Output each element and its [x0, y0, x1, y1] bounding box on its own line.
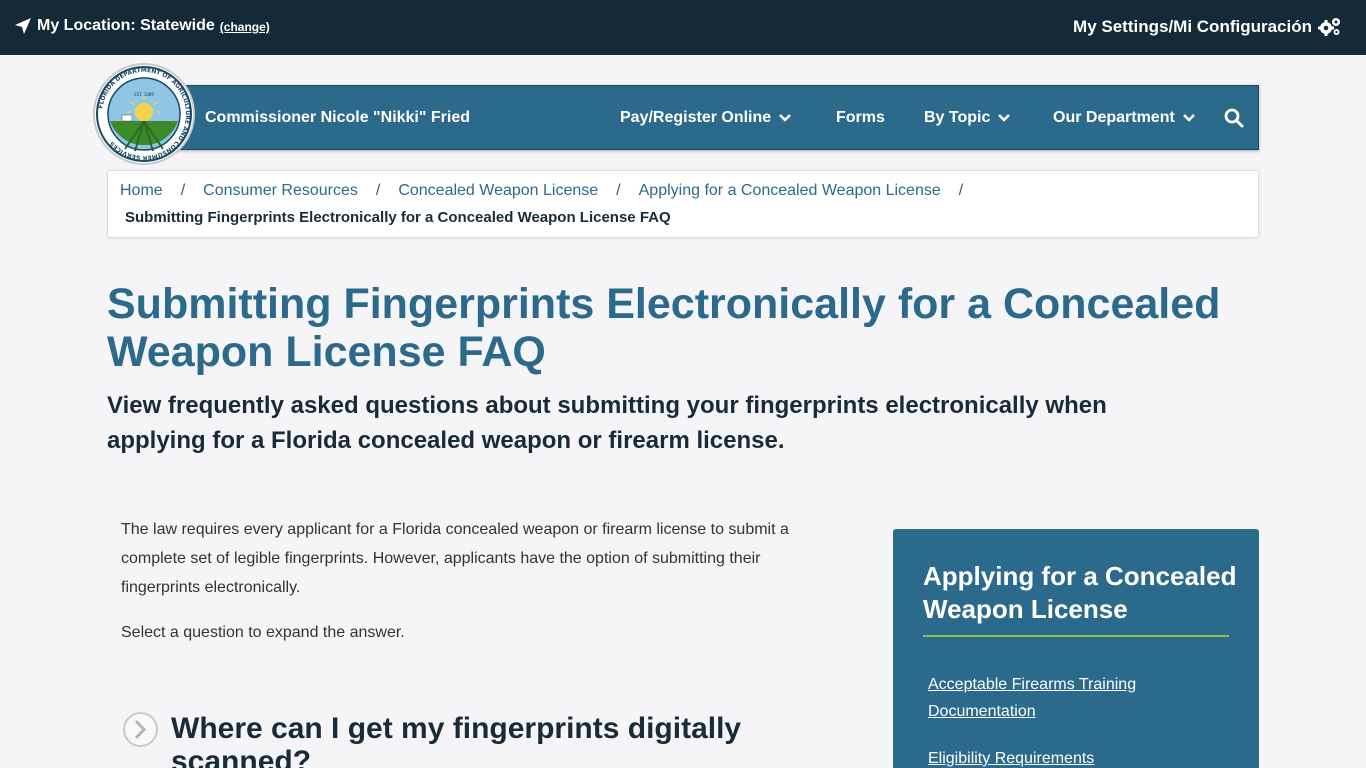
breadcrumb-current: Submitting Fingerprints Electronically f… — [125, 209, 671, 226]
settings-link[interactable]: My Settings/Mi Configuración — [1073, 17, 1342, 37]
search-icon — [1224, 108, 1244, 128]
location-selector[interactable]: My Location: Statewide (change) — [14, 17, 270, 35]
search-button[interactable] — [1224, 108, 1244, 133]
expand-toggle[interactable] — [123, 712, 158, 747]
related-links-sidebar: Applying for a Concealed Weapon License … — [893, 529, 1259, 768]
breadcrumb-separator: / — [616, 182, 621, 199]
breadcrumb-concealed-weapon-license[interactable]: Concealed Weapon License — [398, 182, 598, 200]
nav-pay-register-label: Pay/Register Online — [620, 109, 772, 126]
settings-label: My Settings/Mi Configuración — [1073, 17, 1312, 36]
sidebar-link-firearms-training[interactable]: Acceptable Firearms Training Documentati… — [928, 671, 1188, 725]
location-label: My Location: Statewide — [37, 17, 215, 34]
nav-by-topic[interactable]: By Topic — [924, 109, 1011, 127]
page-subtitle: View frequently asked questions about su… — [107, 392, 1107, 454]
breadcrumb-separator: / — [958, 182, 964, 199]
faq-question[interactable]: Where can I get my fingerprints digitall… — [171, 712, 811, 768]
gears-icon — [1318, 18, 1340, 36]
page-title: Submitting Fingerprints Electronically f… — [107, 280, 1221, 376]
chevron-right-icon — [135, 720, 147, 739]
nav-pay-register[interactable]: Pay/Register Online — [620, 109, 792, 127]
chevron-down-icon — [1182, 114, 1195, 122]
nav-forms-label: Forms — [836, 109, 885, 126]
breadcrumb-links: Home / Consumer Resources / Concealed We… — [120, 182, 981, 200]
sidebar-link-eligibility[interactable]: Eligibility Requirements — [928, 745, 1188, 768]
breadcrumb-separator: / — [180, 182, 186, 199]
intro-paragraph: The law requires every applicant for a F… — [121, 521, 789, 596]
faq-instructions: Select a question to expand the answer. — [121, 624, 405, 641]
fdacs-seal-logo[interactable]: EST. 1889 FLORIDA DEPARTMENT OF AGRICULT… — [93, 63, 195, 165]
breadcrumb: Home / Consumer Resources / Concealed We… — [107, 170, 1259, 238]
sidebar-divider — [923, 635, 1229, 637]
change-location-link[interactable]: (change) — [220, 20, 270, 34]
nav-our-department[interactable]: Our Department — [1053, 109, 1195, 127]
breadcrumb-consumer-resources[interactable]: Consumer Resources — [203, 182, 358, 200]
breadcrumb-applying[interactable]: Applying for a Concealed Weapon License — [639, 182, 941, 200]
location-arrow-icon — [15, 18, 31, 34]
top-bar: My Location: Statewide (change) My Setti… — [0, 0, 1366, 55]
breadcrumb-separator: / — [375, 182, 381, 199]
breadcrumb-home[interactable]: Home — [120, 182, 163, 200]
commissioner-link[interactable]: Commissioner Nicole "Nikki" Fried — [205, 109, 470, 127]
sidebar-title: Applying for a Concealed Weapon License — [923, 561, 1237, 624]
chevron-down-icon — [779, 114, 792, 122]
nav-forms[interactable]: Forms — [836, 109, 885, 127]
seal-emblem: EST. 1889 FLORIDA DEPARTMENT OF AGRICULT… — [96, 66, 192, 162]
seal-est-text: EST. 1889 — [134, 92, 154, 97]
main-navigation: Commissioner Nicole "Nikki" Fried Pay/Re… — [130, 85, 1259, 150]
nav-by-topic-label: By Topic — [924, 109, 991, 126]
nav-our-department-label: Our Department — [1053, 109, 1175, 126]
chevron-down-icon — [998, 114, 1011, 122]
